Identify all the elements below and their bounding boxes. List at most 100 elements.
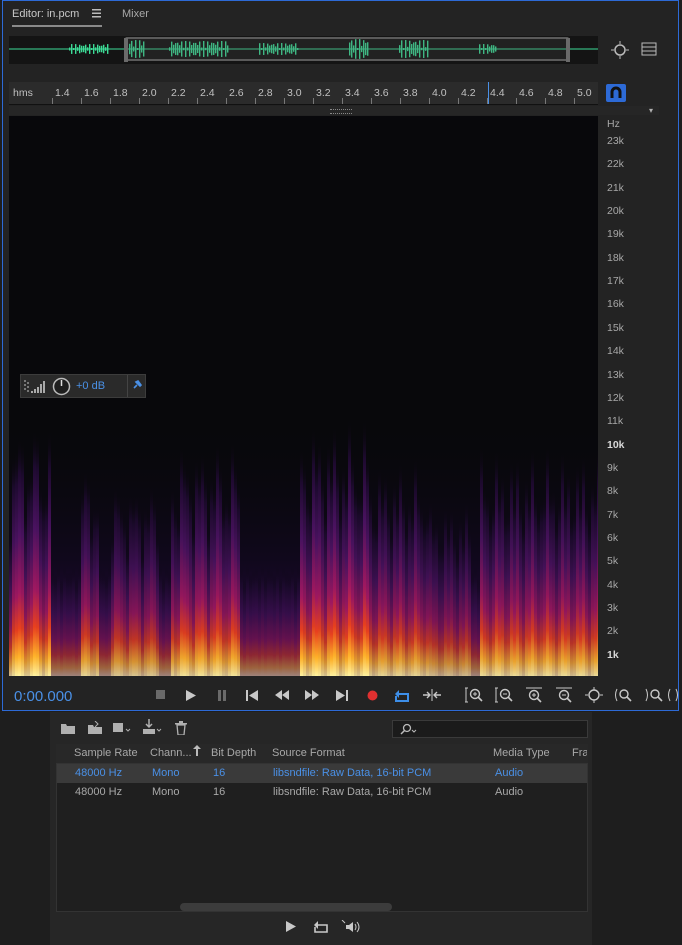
current-time-display[interactable]: 0:00.000	[14, 688, 72, 705]
col-source-format[interactable]: Source Format	[272, 747, 345, 759]
hz-tick-label: 11k	[607, 415, 624, 428]
open-folder-icon[interactable]	[60, 721, 76, 738]
ruler-tick	[400, 98, 401, 104]
col-sample-rate[interactable]: Sample Rate	[74, 747, 138, 759]
rewind-icon[interactable]	[271, 686, 293, 704]
cell-source-format: libsndfile: Raw Data, 16-bit PCM	[273, 767, 432, 779]
export-dropdown-icon[interactable]	[142, 719, 162, 738]
hz-tick-label: 14k	[607, 345, 624, 358]
hud-drag-handle-icon[interactable]	[24, 380, 29, 396]
level-meter-icon	[31, 381, 47, 396]
ruler-tick-label: 3.8	[403, 87, 418, 99]
skip-selection-icon[interactable]	[421, 686, 443, 704]
overview-waveform[interactable]	[9, 36, 598, 64]
overview-handle-left[interactable]	[124, 38, 128, 62]
resize-grip[interactable]	[330, 109, 352, 114]
ruler-tick-label: 2.0	[142, 87, 157, 99]
table-row[interactable]: 48000 Hz Mono 16 libsndfile: Raw Data, 1…	[57, 783, 587, 802]
ruler-tick	[197, 98, 198, 104]
hz-tick-label: 2k	[607, 625, 619, 638]
ruler-tick-label: 2.2	[171, 87, 186, 99]
zoom-out-time-icon[interactable]	[553, 686, 575, 704]
hz-tick-label: 8k	[607, 485, 619, 498]
overview-visible-range[interactable]	[125, 37, 569, 61]
cell-media-type: Audio	[495, 786, 524, 798]
ruler-tick	[81, 98, 82, 104]
ruler-tick-label: 3.4	[345, 87, 360, 99]
panel-menu-icon[interactable]	[92, 9, 101, 21]
zoom-fit-icon[interactable]	[610, 40, 630, 63]
hz-tick-label: 6k	[607, 531, 619, 544]
cell-channels: Mono	[152, 767, 180, 779]
zoom-more-icon[interactable]	[666, 686, 680, 704]
cell-source-format: libsndfile: Raw Data, 16-bit PCM	[273, 786, 432, 798]
tab-editor[interactable]: Editor: in.pcm	[12, 8, 79, 20]
col-bit-depth[interactable]: Bit Depth	[211, 747, 256, 759]
col-frame[interactable]: Fra	[572, 747, 587, 759]
playhead-marker[interactable]	[488, 82, 489, 104]
hz-tick-label: 20k	[607, 205, 624, 218]
auto-play-volume-icon[interactable]	[341, 919, 363, 937]
ruler-tick	[545, 98, 546, 104]
play-icon[interactable]	[180, 686, 202, 704]
ruler-tick	[168, 98, 169, 104]
zoom-out-amplitude-icon[interactable]	[493, 686, 515, 704]
cell-channels: Mono	[152, 786, 180, 798]
ruler-tick	[52, 98, 53, 104]
table-row[interactable]: 48000 Hz Mono 16 libsndfile: Raw Data, 1…	[57, 764, 587, 783]
files-search-input[interactable]	[392, 720, 588, 738]
hz-tick-label: 9k	[607, 461, 619, 474]
ruler-tick-label: 4.2	[461, 87, 476, 99]
overview-handle-right[interactable]	[566, 38, 570, 62]
hz-tick-label: 16k	[607, 298, 624, 311]
ruler-tick	[284, 98, 285, 104]
zoom-in-time-icon[interactable]	[523, 686, 545, 704]
ruler-tick-label: 3.0	[287, 87, 302, 99]
hz-tick-label: 5k	[607, 555, 619, 568]
skip-start-icon[interactable]	[241, 686, 263, 704]
pause-icon[interactable]	[211, 686, 233, 704]
sort-ascending-icon	[193, 745, 201, 759]
zoom-selection-in-icon[interactable]	[612, 686, 634, 704]
panel-dropdown-icon[interactable]: ▾	[649, 106, 653, 115]
gain-knob-icon[interactable]	[52, 377, 71, 399]
stop-icon[interactable]	[150, 686, 172, 704]
skip-end-icon[interactable]	[331, 686, 353, 704]
hud-gain-control[interactable]: +0 dB	[20, 374, 146, 398]
gain-value[interactable]: +0 dB	[76, 380, 105, 392]
horizontal-scrollbar[interactable]	[180, 903, 392, 911]
ruler-tick	[574, 98, 575, 104]
hz-tick-label: 18k	[607, 251, 624, 264]
delete-icon[interactable]	[175, 721, 187, 738]
col-media-type[interactable]: Media Type	[493, 747, 550, 759]
frequency-axis: Hz 23k 22k 21k 20k 19k 18k 17k 16k 15k 14k 13k 12k 1…	[600, 116, 660, 676]
fast-forward-icon[interactable]	[301, 686, 323, 704]
search-icon	[399, 723, 417, 738]
ruler-tick	[313, 98, 314, 104]
import-file-icon[interactable]	[86, 720, 104, 738]
cell-sample-rate: 48000 Hz	[75, 767, 123, 779]
tab-mixer[interactable]: Mixer	[122, 8, 149, 20]
zoom-full-icon[interactable]	[583, 686, 605, 704]
hud-divider	[127, 375, 128, 397]
col-channels[interactable]: Chann...	[150, 747, 192, 759]
hz-tick-label: 1k	[607, 648, 619, 661]
record-icon[interactable]	[361, 686, 383, 704]
zoom-selection-out-icon[interactable]	[643, 686, 665, 704]
insert-dropdown-icon[interactable]	[112, 721, 132, 738]
list-view-icon[interactable]	[641, 42, 657, 59]
hz-tick-label: 13k	[607, 368, 624, 381]
hz-tick-label: 17k	[607, 275, 624, 288]
ruler-tick-label: 1.4	[55, 87, 70, 99]
zoom-in-amplitude-icon[interactable]	[463, 686, 485, 704]
hz-tick-label: 3k	[607, 602, 619, 614]
hz-unit-label: Hz	[607, 118, 620, 130]
preview-loop-icon[interactable]	[313, 920, 329, 936]
snap-toggle-button[interactable]	[606, 84, 626, 102]
ruler-tick	[110, 98, 111, 104]
preview-play-icon[interactable]	[286, 921, 296, 935]
ruler-tick	[139, 98, 140, 104]
pin-icon[interactable]	[131, 379, 143, 394]
loop-icon[interactable]	[391, 686, 413, 704]
time-ruler[interactable]: hms 1.4 1.6 1.8 2.0 2.2 2.4 2.6 2.8 3.0 3.2 3.4 3.6…	[9, 82, 598, 105]
